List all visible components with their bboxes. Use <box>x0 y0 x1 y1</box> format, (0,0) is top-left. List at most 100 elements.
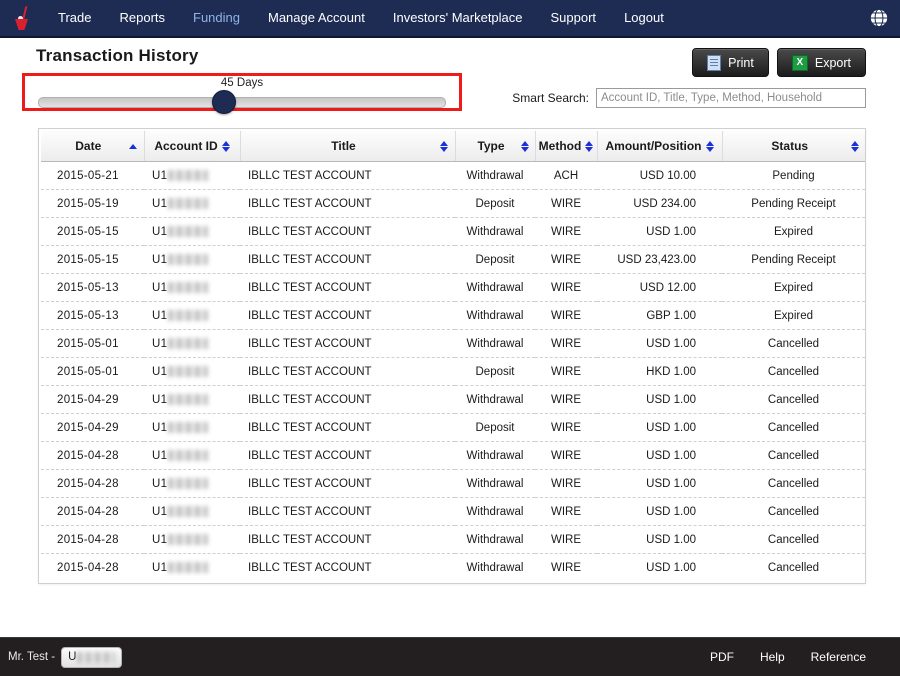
account-id-prefix: U1 <box>152 225 168 238</box>
column-header-type[interactable]: Type <box>455 131 536 162</box>
account-id-prefix: U1 <box>152 253 168 266</box>
account-id-masked <box>168 394 209 405</box>
footer-link-help[interactable]: Help <box>760 650 785 664</box>
print-button[interactable]: Print <box>692 48 769 77</box>
cell-amount: GBP 1.00 <box>597 301 722 330</box>
table-row[interactable]: 2015-05-13 U1 IBLLC TEST ACCOUNT Withdrawal… <box>41 273 865 302</box>
account-id-masked <box>168 226 209 237</box>
column-header-date[interactable]: Date <box>41 131 145 162</box>
column-header-status[interactable]: Status <box>722 131 865 162</box>
cell-type: Withdrawal <box>466 561 524 574</box>
nav-item-logout[interactable]: Logout <box>610 0 678 36</box>
sort-ascending-icon[interactable] <box>129 143 138 149</box>
table-row[interactable]: 2015-05-19 U1 IBLLC TEST ACCOUNT Deposit WIR… <box>41 189 865 218</box>
cell-date: 2015-05-19 <box>41 189 144 218</box>
footer-link-pdf[interactable]: PDF <box>710 650 734 664</box>
cell-account-id: U1 <box>144 385 240 414</box>
cell-status: Expired <box>722 273 865 302</box>
cell-type: Withdrawal <box>455 469 535 498</box>
cell-method: WIRE <box>535 245 597 274</box>
cell-title: IBLLC TEST ACCOUNT <box>240 217 455 246</box>
cell-account-id: U1 <box>144 217 240 246</box>
footer-account-prefix: U <box>68 651 77 663</box>
table-row[interactable]: 2015-04-29 U1 IBLLC TEST ACCOUNT Withdrawal… <box>41 385 865 414</box>
table-row[interactable]: 2015-05-01 U1 IBLLC TEST ACCOUNT Withdrawal… <box>41 329 865 358</box>
sort-toggle-icon[interactable] <box>585 140 594 152</box>
cell-method: WIRE <box>535 441 597 470</box>
cell-type: Deposit <box>455 189 535 218</box>
nav-item-investors-marketplace[interactable]: Investors' Marketplace <box>379 0 537 36</box>
table-body: 2015-05-21 U1 IBLLC TEST ACCOUNT Withdrawal… <box>41 161 865 582</box>
nav-items: Trade Reports Funding Manage Account Investo… <box>44 0 678 36</box>
cell-date: 2015-05-15 <box>41 245 144 274</box>
broker-logo[interactable] <box>0 0 44 36</box>
cell-account-id: U1 <box>144 189 240 218</box>
account-id-masked <box>168 254 209 265</box>
cell-method: WIRE <box>535 525 597 554</box>
document-icon <box>707 54 722 71</box>
cell-type: Withdrawal <box>455 301 535 330</box>
nav-item-reports[interactable]: Reports <box>105 0 179 36</box>
export-button[interactable]: X Export <box>776 48 866 77</box>
cell-amount: USD 1.00 <box>597 525 722 554</box>
cell-amount: USD 1.00 <box>597 413 722 442</box>
table-row[interactable]: 2015-05-01 U1 IBLLC TEST ACCOUNT Deposit WIR… <box>41 357 865 386</box>
smart-search-label: Smart Search: <box>512 91 589 105</box>
cell-amount: USD 1.00 <box>597 441 722 470</box>
slider-track[interactable] <box>38 97 446 108</box>
sort-toggle-icon[interactable] <box>851 140 859 152</box>
footer-link-reference[interactable]: Reference <box>811 650 866 664</box>
cell-title: IBLLC TEST ACCOUNT <box>240 329 455 358</box>
cell-date: 2015-04-29 <box>41 413 144 442</box>
cell-amount: USD 1.00 <box>597 329 722 358</box>
footer-bar: Mr. Test - U PDF Help Reference <box>0 637 900 676</box>
table-row[interactable]: 2015-04-28 U1 IBLLC TEST ACCOUNT Withdrawal… <box>41 497 865 526</box>
sort-toggle-icon[interactable] <box>440 140 449 152</box>
cell-type: Withdrawal <box>455 161 535 190</box>
column-header-amount-position[interactable]: Amount/Position <box>597 131 723 162</box>
nav-item-funding[interactable]: Funding <box>179 0 254 36</box>
column-header-title[interactable]: Title <box>240 131 456 162</box>
column-header-account-id[interactable]: Account ID <box>144 131 241 162</box>
column-header-label: Date <box>75 139 102 153</box>
cell-status: Pending Receipt <box>722 189 865 218</box>
sort-toggle-icon[interactable] <box>221 140 230 152</box>
smart-search-input[interactable] <box>596 88 866 108</box>
cell-type: Deposit <box>455 357 535 386</box>
table-row[interactable]: 2015-05-15 U1 IBLLC TEST ACCOUNT Withdrawal… <box>41 217 865 246</box>
table-row[interactable]: 2015-04-28 U1 IBLLC TEST ACCOUNT Withdrawal… <box>41 525 865 554</box>
cell-method: WIRE <box>535 189 597 218</box>
cell-amount: USD 1.00 <box>597 217 722 246</box>
cell-date: 2015-05-13 <box>41 273 144 302</box>
table-row[interactable]: 2015-04-29 U1 IBLLC TEST ACCOUNT Deposit WIR… <box>41 413 865 442</box>
table-row[interactable]: 2015-04-28 U1 IBLLC TEST ACCOUNT Withdrawal… <box>41 554 865 582</box>
column-header-method[interactable]: Method <box>535 131 598 162</box>
logo-icon <box>14 6 30 30</box>
globe-icon[interactable] <box>868 7 890 29</box>
cell-amount: USD 1.00 <box>597 385 722 414</box>
cell-status: Expired <box>722 301 865 330</box>
table-row[interactable]: 2015-05-15 U1 IBLLC TEST ACCOUNT Deposit WIR… <box>41 245 865 274</box>
cell-account-id: U1 <box>144 161 240 190</box>
table-row[interactable]: 2015-04-28 U1 IBLLC TEST ACCOUNT Withdrawal… <box>41 469 865 498</box>
nav-item-support[interactable]: Support <box>537 0 611 36</box>
cell-status: Cancelled <box>722 441 865 470</box>
sort-toggle-icon[interactable] <box>705 140 714 152</box>
footer-account-pill[interactable]: U <box>61 646 123 668</box>
table-row[interactable]: 2015-04-28 U1 IBLLC TEST ACCOUNT Withdrawal… <box>41 441 865 470</box>
nav-item-trade[interactable]: Trade <box>44 0 105 36</box>
cell-type: Withdrawal <box>455 497 535 526</box>
table-row[interactable]: 2015-05-21 U1 IBLLC TEST ACCOUNT Withdrawal… <box>41 161 865 190</box>
top-navigation-bar: Trade Reports Funding Manage Account Investo… <box>0 0 900 38</box>
cell-amount: USD 10.00 <box>597 161 722 190</box>
table-row[interactable]: 2015-05-13 U1 IBLLC TEST ACCOUNT Withdrawal… <box>41 301 865 330</box>
sort-toggle-icon[interactable] <box>520 140 529 152</box>
account-id-masked <box>168 562 209 573</box>
slider-handle[interactable] <box>212 90 236 114</box>
column-header-label: Method <box>538 139 582 153</box>
cell-account-id: U1 <box>144 301 240 330</box>
cell-date: 2015-04-28 <box>41 525 144 554</box>
date-range-slider-panel[interactable]: 45 Days <box>22 73 462 114</box>
nav-item-manage-account[interactable]: Manage Account <box>254 0 379 36</box>
cell-account-id: U1 <box>144 413 240 442</box>
